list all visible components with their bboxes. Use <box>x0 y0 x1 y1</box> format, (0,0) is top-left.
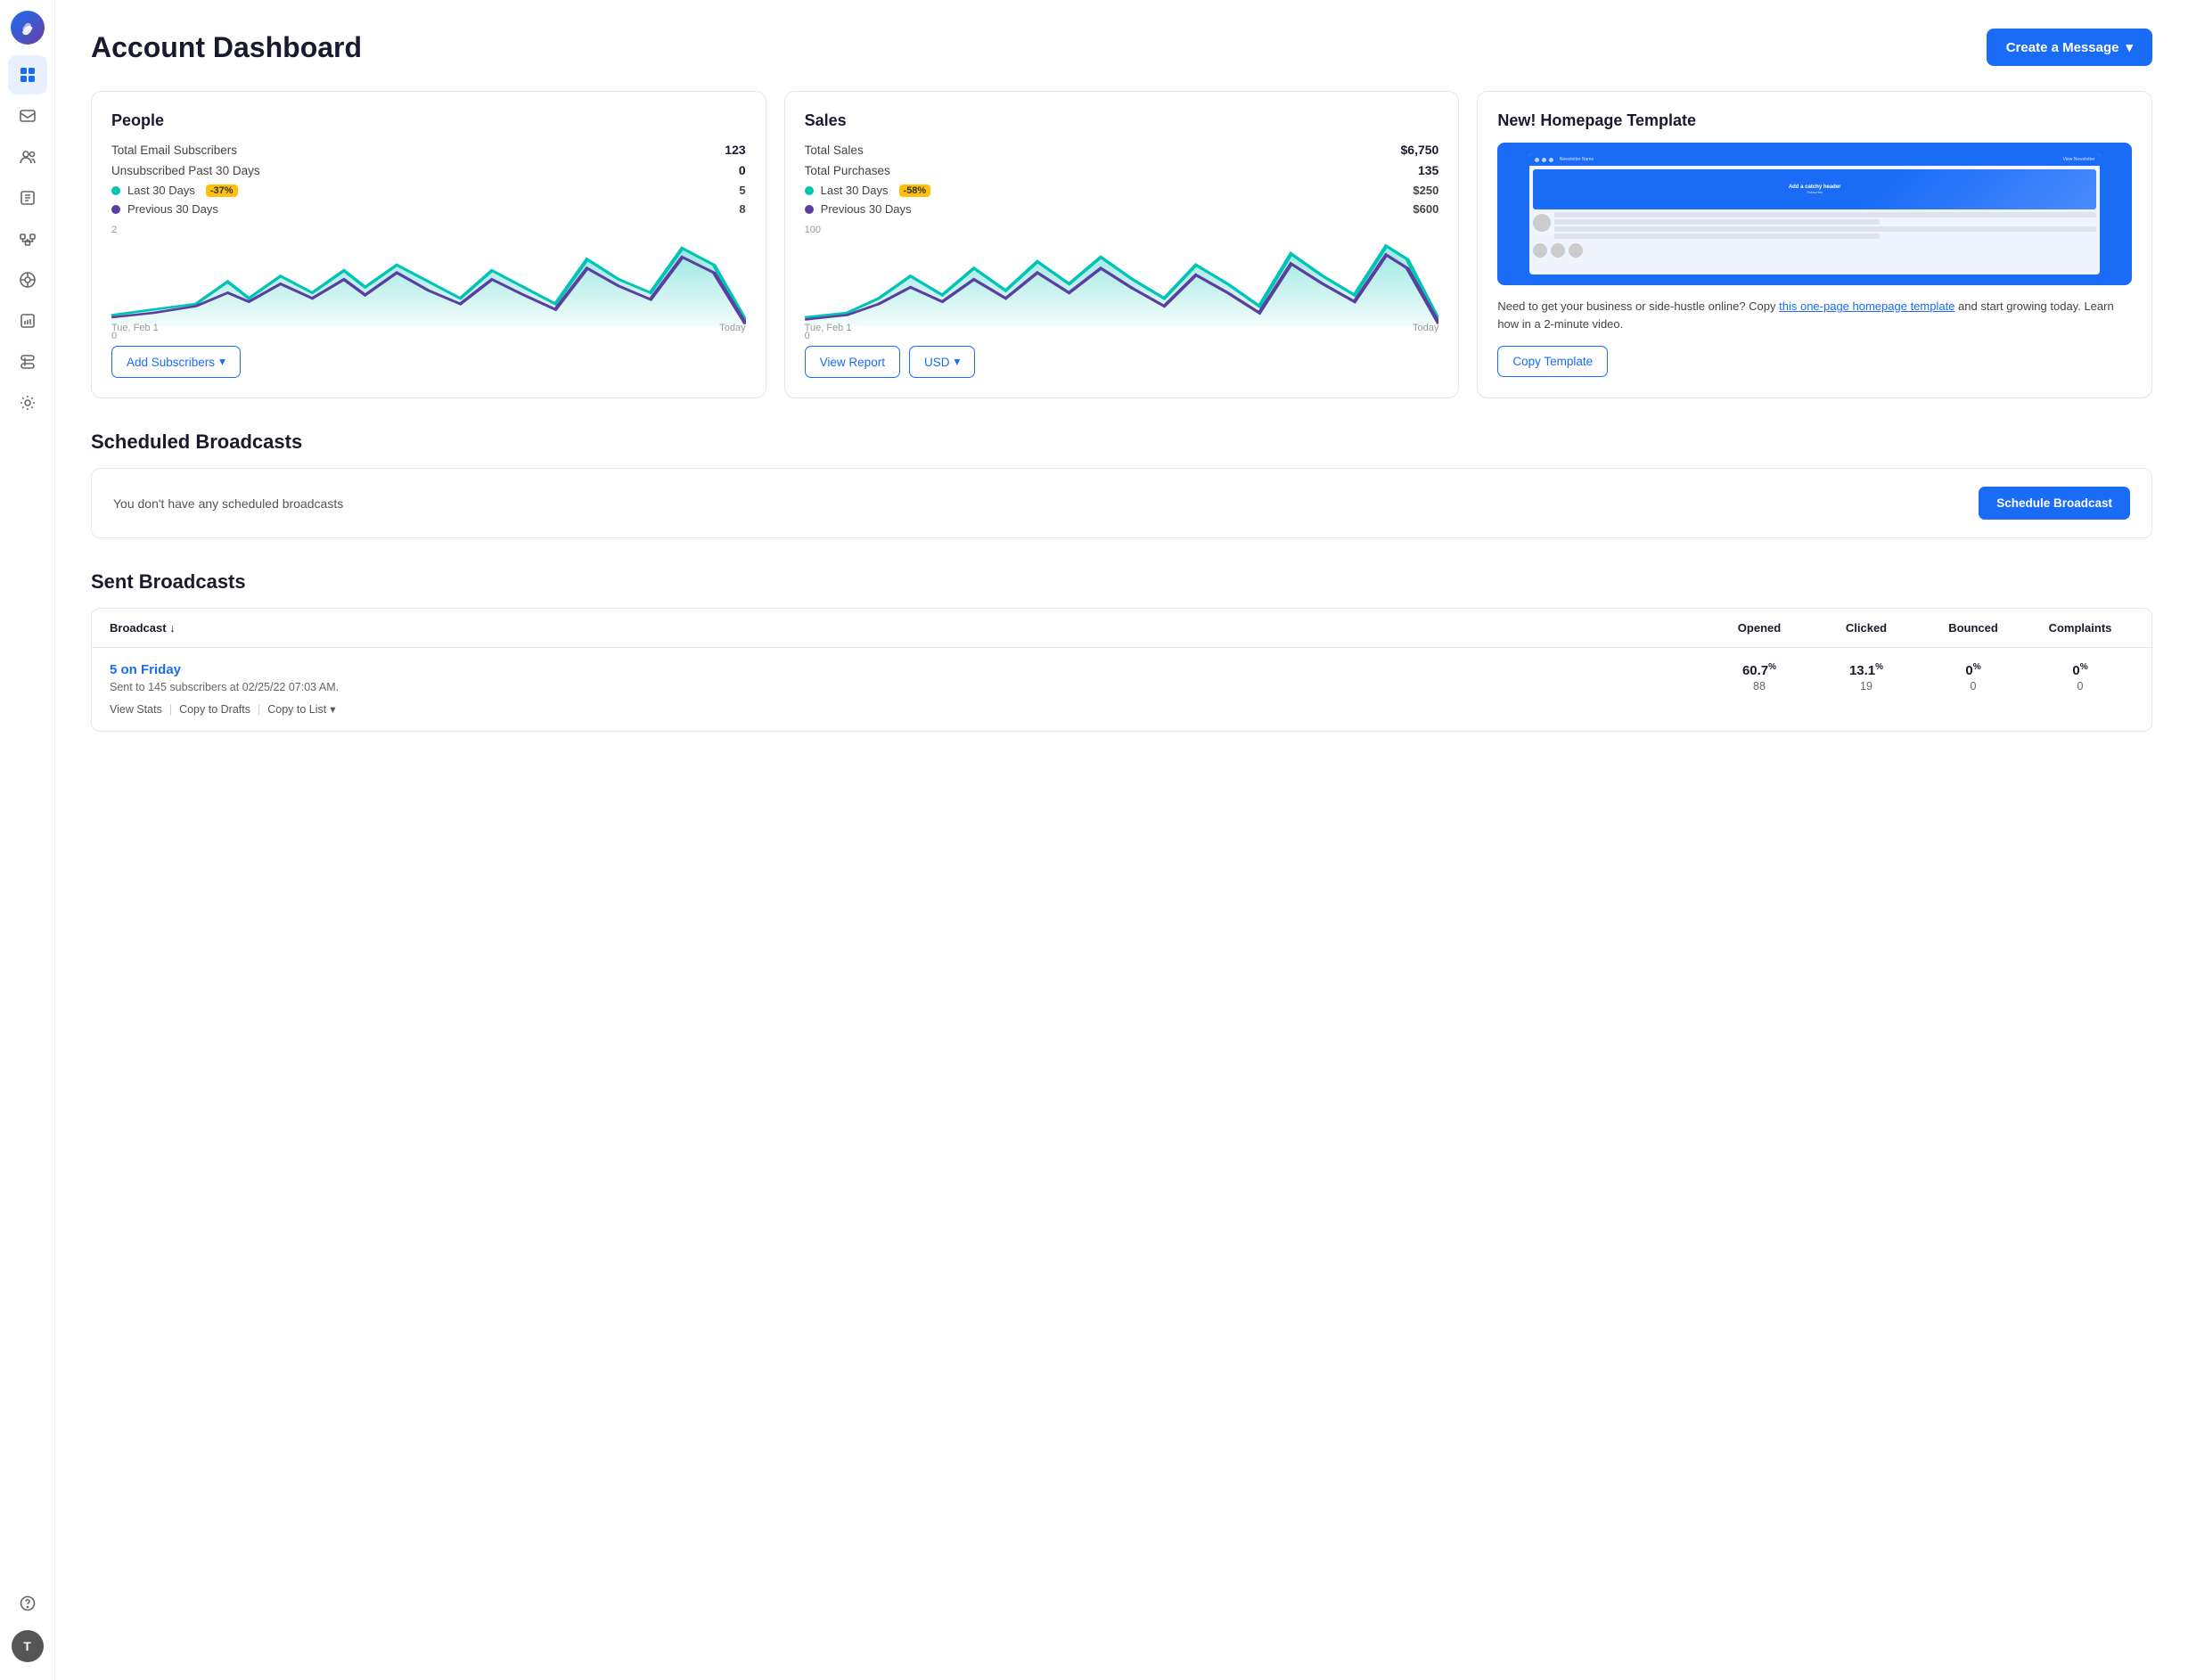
scheduled-broadcasts-title: Scheduled Broadcasts <box>91 430 2152 454</box>
sales-card-title: Sales <box>805 111 1439 130</box>
avatar[interactable]: T <box>12 1630 44 1662</box>
sidebar-item-audience[interactable] <box>8 137 47 176</box>
add-subscribers-button[interactable]: Add Subscribers ▾ <box>111 346 241 378</box>
unsubscribed-row: Unsubscribed Past 30 Days 0 <box>111 163 746 177</box>
complaints-count: 0 <box>2027 680 2134 692</box>
sidebar-item-forms[interactable] <box>8 178 47 217</box>
sidebar-item-messages[interactable] <box>8 96 47 135</box>
cards-row: People Total Email Subscribers 123 Unsub… <box>91 91 2152 398</box>
total-purchases-row: Total Purchases 135 <box>805 163 1439 177</box>
sidebar-bottom: T <box>8 1584 47 1669</box>
broadcast-meta: Sent to 145 subscribers at 02/25/22 07:0… <box>110 681 1706 693</box>
purple-dot-sales <box>805 205 814 214</box>
template-description: Need to get your business or side-hustle… <box>1497 298 2132 333</box>
sent-broadcasts-table: Broadcast ↓ Opened Clicked Bounced Compl… <box>91 608 2152 732</box>
clicked-cell: 13.1% 19 <box>1813 662 1920 692</box>
total-sales-row: Total Sales $6,750 <box>805 143 1439 157</box>
broadcast-cell: 5 on Friday Sent to 145 subscribers at 0… <box>110 662 1706 716</box>
sent-broadcasts-title: Sent Broadcasts <box>91 570 2152 594</box>
table-header-row: Broadcast ↓ Opened Clicked Bounced Compl… <box>92 609 2151 648</box>
bounced-cell: 0% 0 <box>1920 662 2027 692</box>
col-header-bounced: Bounced <box>1920 621 2027 635</box>
sidebar-item-filters[interactable] <box>8 260 47 299</box>
col-header-complaints: Complaints <box>2027 621 2134 635</box>
sidebar-item-help[interactable] <box>8 1584 47 1623</box>
opened-pct: 60.7% <box>1706 662 1813 678</box>
scheduled-broadcasts-empty: You don't have any scheduled broadcasts <box>113 496 343 511</box>
template-link[interactable]: this one-page homepage template <box>1779 299 1954 313</box>
view-stats-link[interactable]: View Stats <box>110 703 162 716</box>
teal-dot-sales <box>805 186 814 195</box>
sidebar-item-dashboard[interactable] <box>8 55 47 94</box>
col-header-broadcast: Broadcast ↓ <box>110 621 1706 635</box>
opened-cell: 60.7% 88 <box>1706 662 1813 692</box>
broadcast-row-actions: View Stats | Copy to Drafts | Copy to Li… <box>110 702 1706 716</box>
people-prev30-row: Previous 30 Days 8 <box>111 202 746 216</box>
people-last30-row: Last 30 Days -37% 5 <box>111 184 746 197</box>
sales-prev30-row: Previous 30 Days $600 <box>805 202 1439 216</box>
sidebar-nav <box>0 55 54 1580</box>
complaints-cell: 0% 0 <box>2027 662 2134 692</box>
scheduled-broadcasts-box: You don't have any scheduled broadcasts … <box>91 468 2152 538</box>
template-card-actions: Copy Template <box>1497 346 2132 377</box>
app-logo[interactable] <box>11 11 45 45</box>
sales-card: Sales Total Sales $6,750 Total Purchases… <box>784 91 1460 398</box>
create-message-button[interactable]: Create a Message ▾ <box>1987 29 2152 66</box>
sidebar-item-integrations[interactable] <box>8 342 47 381</box>
copy-to-list-link[interactable]: Copy to List <box>267 703 326 716</box>
teal-dot <box>111 186 120 195</box>
col-header-opened: Opened <box>1706 621 1813 635</box>
sidebar-item-reports[interactable] <box>8 301 47 340</box>
sales-last30-row: Last 30 Days -58% $250 <box>805 184 1439 197</box>
scheduled-broadcasts-section: Scheduled Broadcasts You don't have any … <box>91 430 2152 538</box>
people-card: People Total Email Subscribers 123 Unsub… <box>91 91 766 398</box>
complaints-pct: 0% <box>2027 662 2134 678</box>
sent-broadcasts-section: Sent Broadcasts Broadcast ↓ Opened Click… <box>91 570 2152 732</box>
sales-chart: 100 0 <box>805 225 1439 314</box>
main-content: Account Dashboard Create a Message ▾ Peo… <box>55 0 2188 1680</box>
template-preview-image: Newsletter Name View Newsletter Add a ca… <box>1497 143 2132 285</box>
template-card: New! Homepage Template Newsletter Name V… <box>1477 91 2152 398</box>
page-header: Account Dashboard Create a Message ▾ <box>91 29 2152 66</box>
view-report-button[interactable]: View Report <box>805 346 900 378</box>
people-chart: 2 <box>111 225 746 314</box>
page-title: Account Dashboard <box>91 31 362 64</box>
template-card-title: New! Homepage Template <box>1497 111 2132 130</box>
sidebar: T <box>0 0 55 1680</box>
bounced-count: 0 <box>1920 680 2027 692</box>
people-card-title: People <box>111 111 746 130</box>
sales-card-actions: View Report USD ▾ <box>805 346 1439 378</box>
total-subscribers-row: Total Email Subscribers 123 <box>111 143 746 157</box>
people-card-actions: Add Subscribers ▾ <box>111 346 746 378</box>
bounced-pct: 0% <box>1920 662 2027 678</box>
copy-template-button[interactable]: Copy Template <box>1497 346 1608 377</box>
schedule-broadcast-button[interactable]: Schedule Broadcast <box>1979 487 2130 520</box>
broadcast-name-link[interactable]: 5 on Friday <box>110 662 181 677</box>
col-header-clicked: Clicked <box>1813 621 1920 635</box>
copy-to-drafts-link[interactable]: Copy to Drafts <box>179 703 250 716</box>
copy-to-list-chevron[interactable]: ▾ <box>330 702 335 716</box>
purple-dot <box>111 205 120 214</box>
template-inner: Newsletter Name View Newsletter Add a ca… <box>1529 153 2101 275</box>
sidebar-item-automations[interactable] <box>8 219 47 258</box>
table-row: 5 on Friday Sent to 145 subscribers at 0… <box>92 648 2151 731</box>
opened-count: 88 <box>1706 680 1813 692</box>
clicked-count: 19 <box>1813 680 1920 692</box>
sidebar-item-settings[interactable] <box>8 383 47 422</box>
clicked-pct: 13.1% <box>1813 662 1920 678</box>
usd-button[interactable]: USD ▾ <box>909 346 975 378</box>
